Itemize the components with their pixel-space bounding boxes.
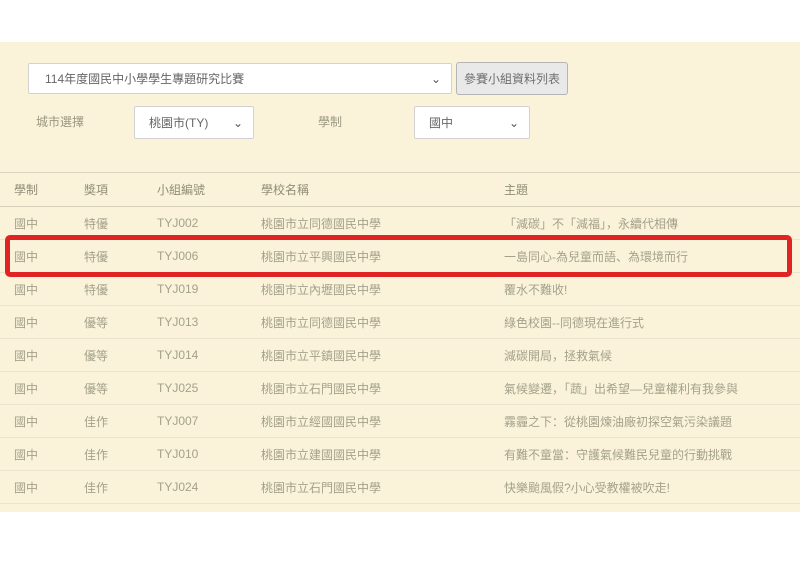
city-select-label: 城市選擇	[36, 106, 84, 139]
cell-topic: 氣候變遷，「蔬」出希望—兒童權利有我參與	[504, 380, 786, 397]
cell-group-id: TYJ013	[157, 315, 261, 329]
city-select[interactable]: 桃園市(TY) ⌄	[134, 106, 254, 139]
table-row: 國中特優TYJ019桃園市立內壢國民中學覆水不難收!	[0, 273, 800, 306]
cell-award: 特優	[84, 281, 157, 298]
cell-group-id: TYJ014	[157, 348, 261, 362]
cell-award: 佳作	[84, 479, 157, 496]
cell-award: 佳作	[84, 413, 157, 430]
school-system-label: 學制	[318, 106, 342, 139]
cell-school: 桃園市立經國國民中學	[261, 413, 504, 430]
cell-system: 國中	[14, 446, 84, 463]
cell-school: 桃園市立內壢國民中學	[261, 281, 504, 298]
cell-system: 國中	[14, 479, 84, 496]
table-row: 國中特優TYJ002桃園市立同德國民中學「減碳」不「減福」，永續代相傳	[0, 207, 800, 240]
cell-award: 優等	[84, 314, 157, 331]
chevron-down-icon: ⌄	[233, 117, 253, 129]
cell-topic: 霧霾之下：從桃園煉油廠初探空氣污染議題	[504, 413, 786, 430]
table-row: 國中優等TYJ025桃園市立石門國民中學氣候變遷，「蔬」出希望—兒童權利有我參與	[0, 372, 800, 405]
cell-group-id: TYJ010	[157, 447, 261, 461]
cell-group-id: TYJ002	[157, 216, 261, 230]
cell-topic: 快樂颱風假?小心受教權被吹走!	[504, 479, 786, 496]
cell-system: 國中	[14, 281, 84, 298]
table-body: 國中特優TYJ002桃園市立同德國民中學「減碳」不「減福」，永續代相傳國中特優T…	[0, 207, 800, 504]
cell-school: 桃園市立石門國民中學	[261, 479, 504, 496]
cell-topic: 綠色校園--同德現在進行式	[504, 314, 786, 331]
cell-school: 桃園市立石門國民中學	[261, 380, 504, 397]
content-panel: 114年度國民中小學學生專題研究比賽 ⌄ 參賽小組資料列表 城市選擇 桃園市(T…	[0, 42, 800, 512]
cell-school: 桃園市立同德國民中學	[261, 314, 504, 331]
cell-group-id: TYJ019	[157, 282, 261, 296]
header-group-id: 小組編號	[157, 181, 261, 198]
cell-award: 特優	[84, 248, 157, 265]
header-school-system: 學制	[14, 181, 84, 198]
cell-school: 桃園市立平鎮國民中學	[261, 347, 504, 364]
cell-school: 桃園市立建國國民中學	[261, 446, 504, 463]
table-row: 國中佳作TYJ010桃園市立建國國民中學有難不童當：守護氣候難民兒童的行動挑戰	[0, 438, 800, 471]
competition-select[interactable]: 114年度國民中小學學生專題研究比賽 ⌄	[28, 63, 452, 94]
results-table: 學制 獎項 小組編號 學校名稱 主題 國中特優TYJ002桃園市立同德國民中學「…	[0, 172, 800, 504]
cell-system: 國中	[14, 413, 84, 430]
table-row: 國中優等TYJ013桃園市立同德國民中學綠色校園--同德現在進行式	[0, 306, 800, 339]
cell-system: 國中	[14, 347, 84, 364]
cell-award: 優等	[84, 380, 157, 397]
participant-list-button[interactable]: 參賽小組資料列表	[456, 62, 568, 95]
header-school-name: 學校名稱	[261, 181, 504, 198]
header-topic: 主題	[504, 181, 786, 198]
cell-system: 國中	[14, 248, 84, 265]
table-row: 國中優等TYJ014桃園市立平鎮國民中學減碳開局，拯救氣候	[0, 339, 800, 372]
competition-select-value: 114年度國民中小學學生專題研究比賽	[29, 70, 431, 87]
cell-system: 國中	[14, 380, 84, 397]
cell-award: 優等	[84, 347, 157, 364]
cell-topic: 減碳開局，拯救氣候	[504, 347, 786, 364]
chevron-down-icon: ⌄	[431, 73, 451, 85]
table-row: 國中佳作TYJ007桃園市立經國國民中學霧霾之下：從桃園煉油廠初探空氣污染議題	[0, 405, 800, 438]
cell-group-id: TYJ025	[157, 381, 261, 395]
cell-topic: 一島同心-為兒童而語、為環境而行	[504, 248, 786, 265]
table-header-row: 學制 獎項 小組編號 學校名稱 主題	[0, 172, 800, 207]
cell-school: 桃園市立同德國民中學	[261, 215, 504, 232]
cell-topic: 覆水不難收!	[504, 281, 786, 298]
cell-system: 國中	[14, 215, 84, 232]
chevron-down-icon: ⌄	[509, 117, 529, 129]
cell-topic: 有難不童當：守護氣候難民兒童的行動挑戰	[504, 446, 786, 463]
table-row: 國中特優TYJ006桃園市立平興國民中學一島同心-為兒童而語、為環境而行	[0, 240, 800, 273]
cell-school: 桃園市立平興國民中學	[261, 248, 504, 265]
cell-group-id: TYJ024	[157, 480, 261, 494]
cell-award: 特優	[84, 215, 157, 232]
header-award: 獎項	[84, 181, 157, 198]
cell-system: 國中	[14, 314, 84, 331]
table-row: 國中佳作TYJ024桃園市立石門國民中學快樂颱風假?小心受教權被吹走!	[0, 471, 800, 504]
city-select-value: 桃園市(TY)	[135, 114, 233, 131]
cell-group-id: TYJ006	[157, 249, 261, 263]
cell-award: 佳作	[84, 446, 157, 463]
school-system-select-value: 國中	[415, 114, 509, 131]
school-system-select[interactable]: 國中 ⌄	[414, 106, 530, 139]
cell-group-id: TYJ007	[157, 414, 261, 428]
cell-topic: 「減碳」不「減福」，永續代相傳	[504, 215, 786, 232]
